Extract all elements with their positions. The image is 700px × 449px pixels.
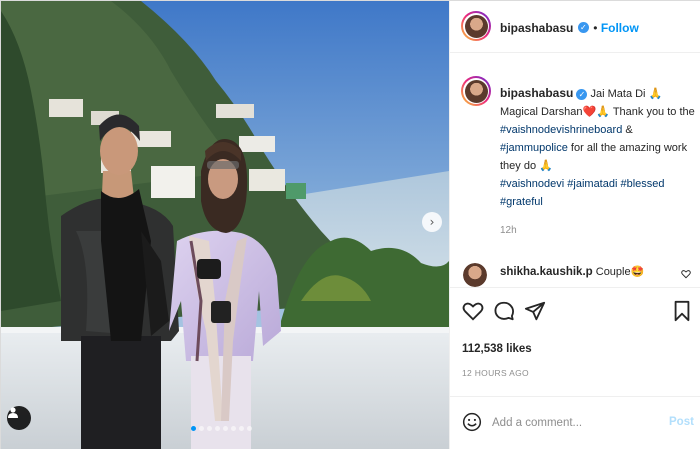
comment-icon[interactable] [493,300,515,322]
comment-body: Couple [595,266,631,278]
caption-line-2-rest: Thank you to the [612,106,695,118]
caption-avatar[interactable] [461,76,491,106]
like-count[interactable]: 112,538 likes [462,343,532,355]
praying-emoji: 🙏 [539,160,553,172]
caption-line-4-rest: for all the amazing work [567,142,688,154]
emoji-icon[interactable] [462,412,482,432]
author-username[interactable]: bipashabasu [500,21,573,35]
chevron-right-icon: › [429,215,435,229]
hashtag-link[interactable]: #blessed [620,178,664,190]
carousel-dot [247,426,252,431]
heart-praying-emoji: ❤️🙏 [582,106,610,118]
author-avatar[interactable] [461,11,491,41]
heart-icon[interactable] [462,300,484,322]
comment-text: shikha.kaushik.p Couple🤩 [500,265,644,278]
carousel-dot [215,426,220,431]
carousel-indicator [191,426,252,431]
post-frame: › bipashabasu ✓ • Follow bipashabasu ✓ J… [0,0,700,449]
add-comment-bar: Post [450,396,700,449]
action-bar: 112,538 likes 12 HOURS AGO [450,287,700,387]
hashtag-link[interactable]: #vaishnodevi [500,178,564,190]
carousel-dot [239,426,244,431]
post-comment-button[interactable]: Post [669,416,694,428]
caption-line-3-rest: & [622,124,633,136]
share-icon[interactable] [524,300,546,322]
carousel-dot [231,426,236,431]
post-side-panel: bipashabasu ✓ • Follow bipashabasu ✓ Jai… [449,1,700,449]
bookmark-icon[interactable] [672,300,692,322]
next-photo-button[interactable]: › [422,212,442,232]
hashtag-link[interactable]: #jammupolice [500,142,568,154]
verified-icon: ✓ [576,88,588,100]
comment-item: shikha.kaushik.p Couple🤩 [450,259,700,287]
post-timestamp[interactable]: 12 HOURS AGO [462,368,529,378]
commenter-avatar[interactable] [463,263,487,287]
verified-icon: ✓ [577,22,589,34]
comment-input[interactable] [492,413,652,433]
author-meta: bipashabasu ✓ • Follow [500,21,639,35]
photo-scene [1,1,449,449]
caption-line-5: they do [500,160,537,172]
carousel-dot [191,426,196,431]
caption-text: bipashabasu ✓ Jai Mata Di 🙏 Magical Dars… [500,84,696,211]
tag-person-icon [8,407,18,418]
commenter-username[interactable]: shikha.kaushik.p [500,266,593,278]
caption-username[interactable]: bipashabasu [500,86,573,100]
caption-timestamp[interactable]: 12h [500,225,517,236]
tagged-people-button[interactable] [7,406,31,430]
hashtag-link[interactable]: #grateful [500,196,543,208]
star-eyes-emoji: 🤩 [630,266,645,278]
post-header: bipashabasu ✓ • Follow [450,1,700,53]
hashtag-link[interactable]: #vaishnodevishrineboard [500,124,622,136]
caption-line-1: Jai Mata Di [590,88,646,100]
hashtag-link[interactable]: #jaimatadi [567,178,617,190]
praying-emoji: 🙏 [648,88,663,100]
caption-line-2: Magical Darshan [500,106,583,118]
post-photo[interactable]: › [1,1,449,449]
carousel-dot [207,426,212,431]
carousel-dot [223,426,228,431]
carousel-dot [199,426,204,431]
follow-button[interactable]: Follow [601,21,639,35]
comment-like-heart-icon[interactable] [681,269,691,279]
